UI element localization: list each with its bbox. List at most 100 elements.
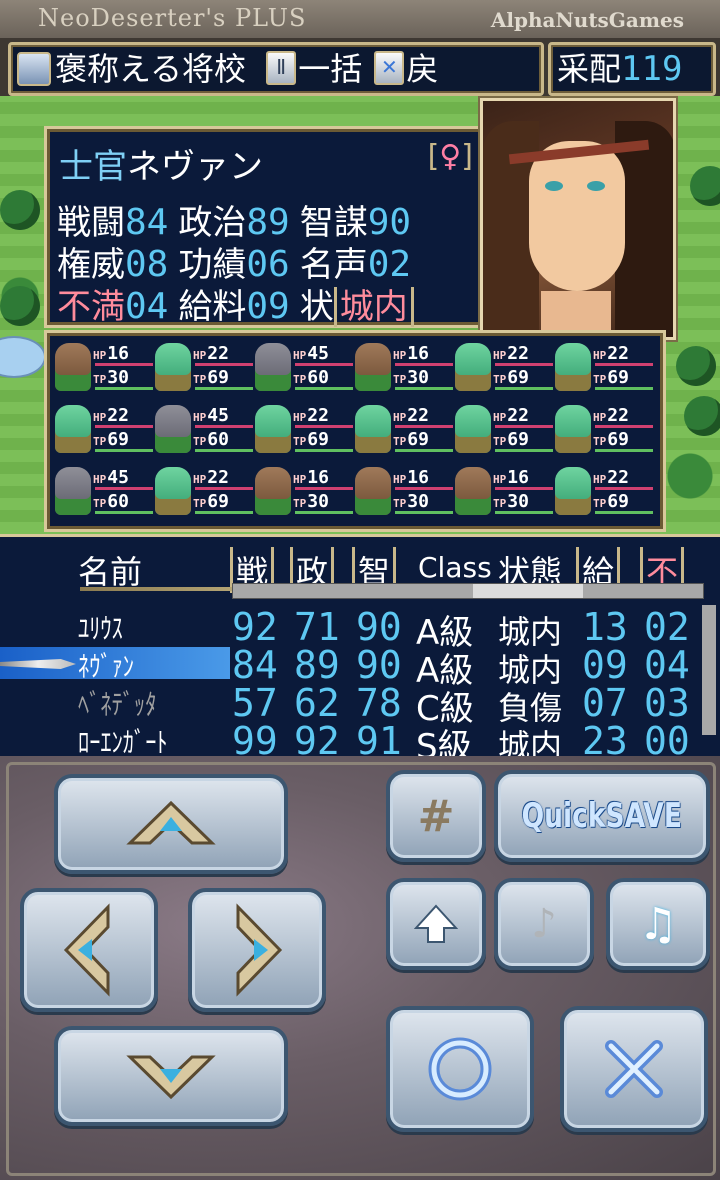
- troop-tp: TP69: [193, 367, 229, 388]
- hash-button[interactable]: #: [386, 770, 486, 862]
- soldier-sprite: [55, 467, 91, 515]
- officer-row[interactable]: ﾍﾞﾈﾃﾞｯﾀ 57 62 78 C級 負傷 07 03: [0, 681, 720, 729]
- key-all-icon[interactable]: Ⅱ: [266, 51, 297, 85]
- arrow-up-white-icon: [414, 904, 458, 943]
- music-note-icon: ♫: [638, 898, 678, 950]
- troop-unit: HP22 TP69: [155, 337, 255, 397]
- troop-unit: HP16 TP30: [355, 337, 455, 397]
- soldier-sprite: [355, 343, 391, 391]
- troop-tp: TP69: [493, 367, 529, 388]
- officer-row[interactable]: ﾛｰｴﾝｶﾞｰﾄ 99 92 91 S級 城内 23 00: [0, 719, 720, 767]
- soldier-sprite: [455, 343, 491, 391]
- crest-icon: [17, 52, 51, 86]
- troop-tp: TP69: [393, 429, 429, 450]
- cross-icon: [605, 1040, 663, 1098]
- soldier-sprite: [255, 467, 291, 515]
- officer-portrait: [480, 98, 676, 340]
- troop-hp: HP22: [393, 405, 429, 426]
- h-scroll-thumb[interactable]: [473, 584, 583, 598]
- soldier-sprite: [255, 343, 291, 391]
- soldier-sprite: [55, 405, 91, 453]
- officer-row[interactable]: ﾕﾘｳｽ 92 71 90 A級 城内 13 02: [0, 605, 720, 653]
- soldier-sprite: [155, 343, 191, 391]
- troop-unit: HP16 TP30: [455, 461, 555, 521]
- troop-unit: HP22 TP69: [155, 461, 255, 521]
- troop-hp: HP22: [493, 343, 529, 364]
- col-class[interactable]: Class: [418, 551, 492, 584]
- soldier-sprite: [55, 343, 91, 391]
- officer-row-name: ﾍﾞﾈﾃﾞｯﾀ: [78, 688, 157, 721]
- troop-tp: TP30: [493, 491, 529, 512]
- soldier-sprite: [555, 405, 591, 453]
- hash-icon: #: [417, 790, 455, 842]
- up-button[interactable]: [54, 774, 288, 874]
- troop-hp: HP22: [193, 343, 229, 364]
- scroll-up-button[interactable]: [386, 878, 486, 970]
- troop-unit: HP22 TP69: [455, 337, 555, 397]
- state-badge: 城内: [333, 287, 414, 327]
- troop-tp: TP60: [93, 491, 129, 512]
- troop-tp: TP69: [493, 429, 529, 450]
- troop-tp: TP30: [393, 491, 429, 512]
- soldier-sprite: [155, 405, 191, 453]
- troop-hp: HP22: [593, 405, 629, 426]
- officer-row-name: ﾕﾘｳｽ: [78, 612, 123, 645]
- cancel-button[interactable]: [560, 1006, 708, 1132]
- soldier-sprite: [555, 343, 591, 391]
- troop-hp: HP22: [193, 467, 229, 488]
- sound-button[interactable]: ♪: [494, 878, 594, 970]
- soldier-sprite: [155, 467, 191, 515]
- troop-hp: HP22: [593, 467, 629, 488]
- officer-role: 士官: [59, 147, 127, 187]
- quicksave-button[interactable]: QuickSAVE: [494, 770, 710, 862]
- fuman-label: 不満: [57, 287, 125, 327]
- right-button[interactable]: [188, 888, 326, 1012]
- all-button[interactable]: 一括: [298, 50, 362, 88]
- tree-sprite: [684, 396, 720, 436]
- troop-hp: HP16: [493, 467, 529, 488]
- troop-unit: HP22 TP69: [555, 337, 655, 397]
- sex-icon: [♀]: [427, 139, 473, 174]
- troop-unit: HP16 TP30: [255, 461, 355, 521]
- music-button[interactable]: ♫: [606, 878, 710, 970]
- troop-unit: HP22 TP69: [555, 461, 655, 521]
- troop-tp: TP30: [293, 491, 329, 512]
- tree-sprite: [0, 286, 40, 326]
- officer-list: 名前 戦 政 智 Class 状態 給 不 ﾕﾘｳｽ 92 71 90 A級 城内 13 02…: [0, 534, 720, 767]
- officer-row-name: ﾛｰｴﾝｶﾞｰﾄ: [78, 726, 168, 759]
- confirm-button[interactable]: [386, 1006, 534, 1132]
- key-back-icon[interactable]: ✕: [374, 51, 405, 85]
- troop-unit: HP22 TP69: [455, 399, 555, 459]
- officer-row[interactable]: ﾈｳﾞｧﾝ 84 89 90 A級 城内 09 04: [0, 643, 720, 691]
- tree-sprite: [690, 166, 720, 206]
- command-bar: 褒称える将校 Ⅱ 一括 ✕ 戻 采配119: [0, 38, 720, 96]
- command-box: 褒称える将校 Ⅱ 一括 ✕ 戻: [8, 42, 544, 96]
- h-scrollbar[interactable]: [232, 583, 704, 599]
- troop-unit: HP45 TP60: [255, 337, 355, 397]
- back-button[interactable]: 戻: [406, 50, 438, 88]
- saihai-box: 采配119: [548, 42, 716, 96]
- troop-hp: HP22: [293, 405, 329, 426]
- tree-sprite: [0, 190, 40, 230]
- troop-unit: HP22 TP69: [355, 399, 455, 459]
- soldier-sprite: [555, 467, 591, 515]
- arrow-down-icon: [126, 1055, 216, 1100]
- troop-unit: HP45 TP60: [155, 399, 255, 459]
- saihai-value: 119: [621, 49, 683, 89]
- developer-label: AlphaNutsGames: [490, 8, 684, 32]
- troop-unit: HP22 TP69: [255, 399, 355, 459]
- troop-tp: TP30: [393, 367, 429, 388]
- troop-hp: HP16: [393, 467, 429, 488]
- troop-hp: HP45: [93, 467, 129, 488]
- control-pad: # QuickSAVE ♪ ♫: [0, 756, 720, 1180]
- soldier-sprite: [355, 467, 391, 515]
- officer-name: ネヴァン: [127, 147, 263, 187]
- troop-unit: HP16 TP30: [55, 337, 155, 397]
- left-button[interactable]: [20, 888, 158, 1012]
- down-button[interactable]: [54, 1026, 288, 1126]
- state-label: 状: [299, 287, 334, 327]
- troop-tp: TP30: [93, 367, 129, 388]
- troop-tp: TP60: [193, 429, 229, 450]
- fuman-value: 04: [125, 286, 169, 327]
- arrow-right-icon: [236, 903, 283, 997]
